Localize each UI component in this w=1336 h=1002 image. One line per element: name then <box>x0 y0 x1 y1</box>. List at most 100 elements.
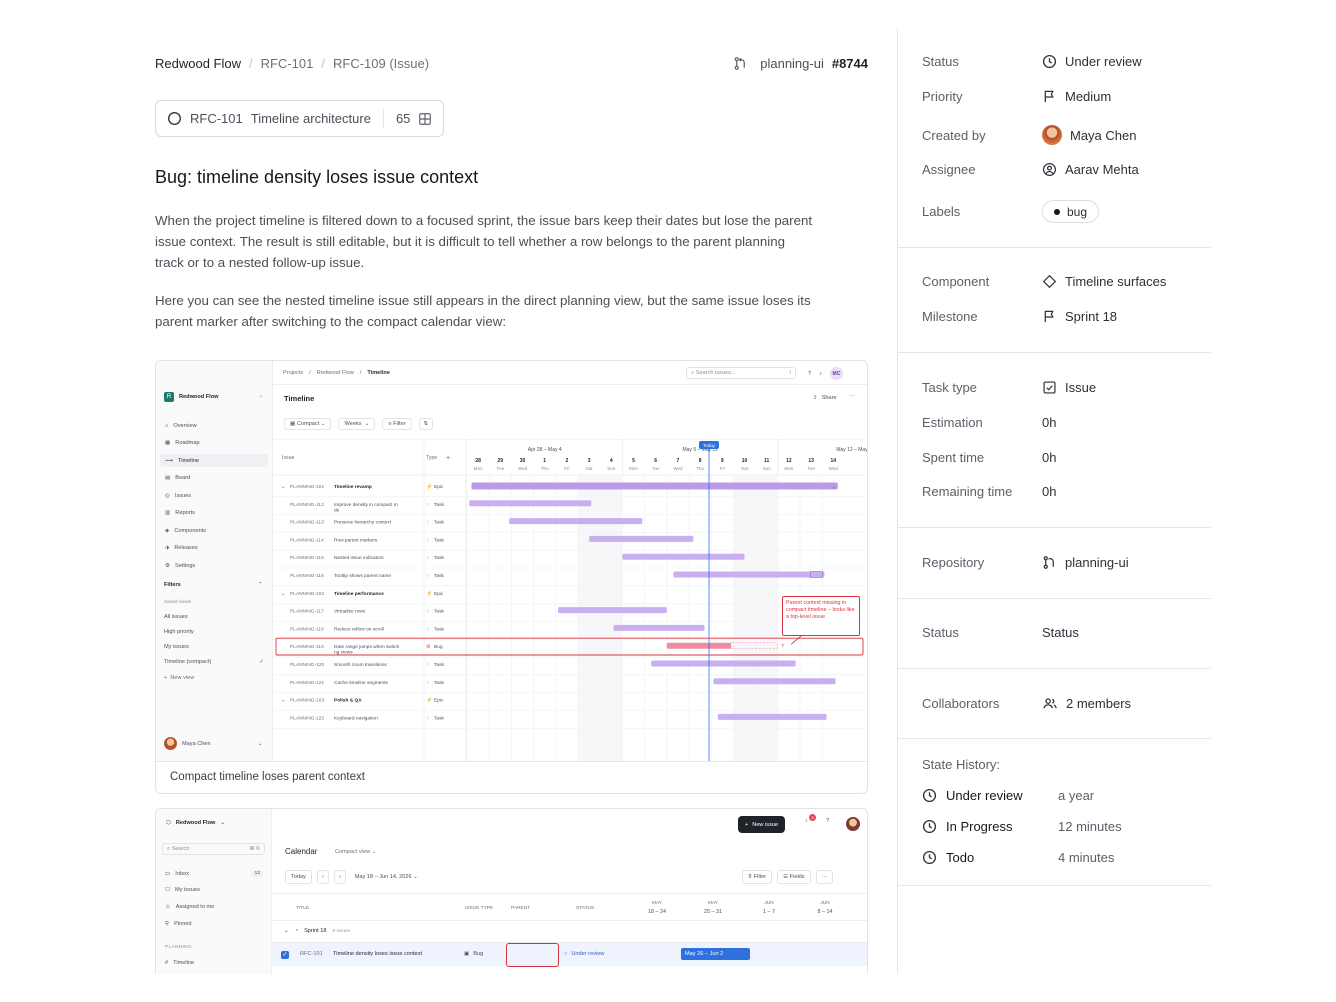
new-issue-button[interactable]: + New issue <box>738 816 786 833</box>
chevron-down-icon: ⌄ <box>281 591 286 597</box>
share-button[interactable]: ⇪ Share <box>813 395 837 401</box>
row-id: PLANNING-103 <box>290 698 324 704</box>
settings-icon[interactable]: ⇅ <box>418 418 434 430</box>
nav-item-timeline[interactable]: ⟿ Timeline <box>160 454 268 467</box>
filter-button[interactable]: ≡ Filter <box>382 418 412 430</box>
day-number: 1 <box>543 458 546 464</box>
nav-item-components[interactable]: ◈ Components <box>160 524 268 537</box>
weekend-shade <box>578 475 601 761</box>
app-sidebar: R Redwood Flow › ⌂ Overview ▦ Roadmap ⟿ Timel… <box>156 361 273 761</box>
check-icon: ✓ <box>259 659 264 665</box>
prop-value[interactable]: 0h <box>1042 415 1056 430</box>
prop-value[interactable]: planning-ui <box>1042 555 1129 570</box>
nav-item-my-issues[interactable]: ☐ My issues <box>165 887 263 893</box>
nav-item-inbox[interactable]: ▭ Inbox 12 <box>165 870 263 877</box>
tab-calendar[interactable]: Calendar <box>285 847 317 856</box>
day-name: Tue <box>652 466 660 471</box>
prop-value[interactable]: Sprint 18 <box>1042 309 1117 324</box>
prop-spent-time: Spent time 0h <box>922 450 1057 465</box>
new-view-link[interactable]: + New view <box>164 675 194 681</box>
prop-value[interactable]: Issue <box>1042 380 1096 395</box>
day-number: 13 <box>808 458 814 464</box>
more-icon[interactable]: ··· <box>849 393 855 399</box>
bell-icon[interactable]: ♪ 3 <box>805 814 816 824</box>
compact-dropdown[interactable]: ▦ Compact ⌄ <box>284 418 332 430</box>
weeks-dropdown[interactable]: Weeks ⌄ <box>338 418 376 430</box>
prop-value[interactable]: Maya Chen <box>1042 125 1136 145</box>
saved-view-item[interactable]: All issues <box>164 614 264 620</box>
table-row[interactable]: ✓ RFC-101 Timeline density loses issue c… <box>272 942 867 967</box>
prop-value[interactable]: 0h <box>1042 450 1056 465</box>
day-number: 12 <box>786 458 792 464</box>
parent-issue-chip[interactable]: RFC-101 Timeline architecture 65 <box>155 100 445 137</box>
prop-value[interactable]: Timeline surfaces <box>1042 274 1166 289</box>
nav-item-issues[interactable]: ◎ Issues <box>160 489 268 502</box>
more-icon[interactable]: ··· <box>815 870 834 884</box>
nav-icon: ▭ <box>165 870 171 877</box>
attachment-calendar-screenshot[interactable]: ⬡ Redwood Flow ⌄ ⌕ Search ⌘ K ▭ Inbox 12 ☐ My i… <box>155 808 868 974</box>
nav-item-pinned[interactable]: ⚲ Pinned <box>165 921 263 927</box>
prop-value[interactable]: bug <box>1042 200 1100 223</box>
timeline-gantt[interactable]: Issue Type +Apr 28 – May 4 May 5 – May 11 Ma… <box>273 439 868 761</box>
prop-value[interactable]: Under review <box>1042 54 1142 69</box>
chevron-down-icon: ⌄ <box>281 484 286 490</box>
prop-task-type: Task type Issue <box>922 380 1097 395</box>
nav-timeline-2[interactable]: # Timeline <box>165 960 194 966</box>
app-topbar: Projects / Redwood Flow / Timeline ⌕ Searc… <box>273 361 867 385</box>
search-input[interactable]: ⌕ Search issues... / <box>686 367 796 379</box>
breadcrumb-parent[interactable]: RFC-101 <box>261 56 314 71</box>
saved-view-item[interactable]: High priority <box>164 629 264 635</box>
nav-item-overview[interactable]: ⌂ Overview <box>160 419 268 432</box>
fields-button[interactable]: ☰ Fields <box>777 870 811 884</box>
bell-icon[interactable]: ♪ <box>819 371 822 377</box>
chevron-right-icon[interactable]: › <box>333 870 346 884</box>
help-icon[interactable]: ? <box>826 818 829 824</box>
saved-view-item[interactable]: My issues <box>164 644 264 650</box>
search-input-2[interactable]: ⌕ Search ⌘ K <box>162 843 265 855</box>
today-button[interactable]: Today <box>285 870 312 884</box>
chevron-left-icon[interactable]: ‹ <box>316 870 329 884</box>
user-menu[interactable]: Maya Chen ⌄ <box>164 737 263 750</box>
prop-value[interactable]: Status <box>1042 625 1079 640</box>
avatar[interactable] <box>846 817 860 831</box>
sprint-group-header[interactable]: ⌄ ◔ Sprint 18 8 issues <box>284 928 350 934</box>
day-name: Wed <box>518 466 528 471</box>
prop-value[interactable]: 2 members <box>1042 696 1131 711</box>
prop-estimation: Estimation 0h <box>922 415 1057 430</box>
nav-item-reports[interactable]: ▥ Reports <box>160 507 268 520</box>
row-name: Row parent markers <box>334 537 378 543</box>
hash-icon: # <box>165 960 169 966</box>
date-range-dropdown[interactable]: May 18 – Jun 14, 2026 ⌄ <box>351 871 422 883</box>
day-number: 5 <box>632 458 635 464</box>
saved-view-item[interactable]: Timeline (compact) ✓ <box>164 659 264 665</box>
filters-heading[interactable]: Filters <box>164 582 181 588</box>
linked-pr[interactable]: planning-ui #8744 <box>733 56 868 71</box>
workspace-switcher-2[interactable]: ⬡ Redwood Flow ⌄ <box>166 820 225 826</box>
prop-value[interactable]: Medium <box>1042 89 1111 104</box>
attachment-timeline-screenshot[interactable]: R Redwood Flow › ⌂ Overview ▦ Roadmap ⟿ Timel… <box>155 360 868 794</box>
nav-icon: ◈ <box>165 527 170 534</box>
row-checkbox[interactable]: ✓ <box>281 951 289 959</box>
filter-button[interactable]: ⊽ Filter <box>742 870 773 884</box>
nav-item-board[interactable]: ▤ Board <box>160 472 268 485</box>
nav-item-settings[interactable]: ⚙ Settings <box>160 559 268 572</box>
history-item: Under review a year <box>922 788 1094 803</box>
col-issue-label: Issue <box>282 455 295 461</box>
user-avatar[interactable]: MC <box>829 367 843 380</box>
nav-item-assigned-to-me[interactable]: ☺ Assigned to me <box>165 904 263 910</box>
issue-title[interactable]: Bug: timeline density loses issue contex… <box>155 167 478 188</box>
breadcrumb-workspace[interactable]: Redwood Flow <box>155 56 241 71</box>
workspace-switcher[interactable]: R Redwood Flow › <box>164 392 262 402</box>
nav-item-roadmap[interactable]: ▦ Roadmap <box>160 437 268 450</box>
calendar-controls: Today ‹ › May 18 – Jun 14, 2026 ⌄ <box>285 870 422 884</box>
row-name: Keyboard navigation <box>334 715 378 721</box>
chevron-up-icon[interactable]: ⌃ <box>258 582 263 588</box>
nav-item-releases[interactable]: ⬗ Releases <box>160 542 268 555</box>
day-number: 29 <box>498 458 504 464</box>
svg-text:Today: Today <box>703 443 716 448</box>
view-dropdown[interactable]: Compact view ⌄ <box>335 849 376 855</box>
prop-value[interactable]: 0h <box>1042 484 1056 499</box>
prop-value[interactable]: Aarav Mehta <box>1042 162 1139 177</box>
help-icon[interactable]: ? <box>808 371 811 377</box>
label-pill[interactable]: bug <box>1042 200 1100 223</box>
